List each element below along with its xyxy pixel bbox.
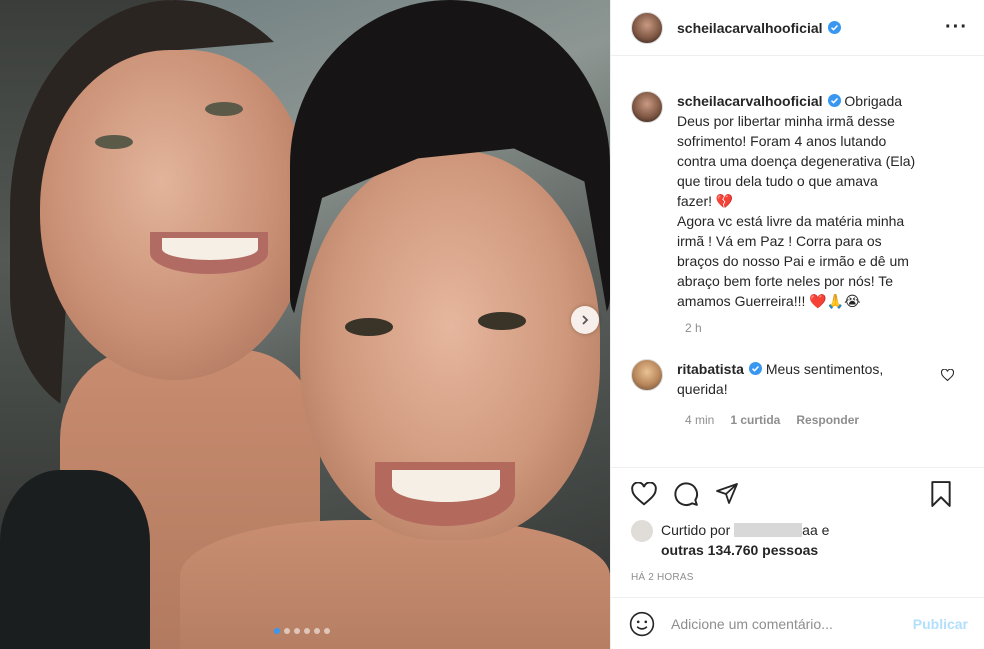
- avatar[interactable]: [631, 11, 663, 44]
- comment-meta: 4 min 1 curtida Responder: [685, 413, 968, 427]
- like-comment-heart-icon[interactable]: [941, 369, 954, 381]
- liked-by-label: Curtido por: [661, 522, 731, 538]
- emoji-picker-button[interactable]: [629, 611, 655, 637]
- carousel-dot: [294, 628, 300, 634]
- likes-text: Curtido por aa e outras 134.760 pessoas: [661, 520, 829, 560]
- likes-summary: Curtido por aa e outras 134.760 pessoas: [631, 520, 968, 560]
- post-photo[interactable]: [0, 0, 610, 649]
- caption-line: Obrigada: [844, 93, 903, 109]
- photo-shirt: [0, 470, 150, 649]
- caption-timestamp[interactable]: 2 h: [685, 321, 968, 335]
- photo-shoulder: [180, 520, 610, 649]
- publish-button[interactable]: Publicar: [913, 616, 968, 632]
- action-icons: [631, 468, 968, 520]
- redacted-username: [734, 523, 803, 537]
- verified-badge-icon: [827, 21, 841, 34]
- likes-count-link[interactable]: outras 134.760 pessoas: [661, 542, 818, 558]
- like-button[interactable]: [631, 482, 657, 506]
- caption-line: Agora vc está livre da matéria minha: [677, 213, 905, 229]
- carousel-next-button[interactable]: [571, 306, 599, 334]
- comment-timestamp[interactable]: 4 min: [685, 413, 714, 427]
- avatar[interactable]: [631, 359, 663, 391]
- avatar[interactable]: [631, 91, 663, 123]
- photo-eye: [478, 312, 526, 330]
- carousel-dot: [284, 628, 290, 634]
- comment-text: ritabatista Meus sentimentos, querida!: [677, 359, 947, 399]
- photo-teeth: [392, 470, 500, 502]
- share-button[interactable]: [715, 482, 739, 506]
- post-timestamp[interactable]: HÁ 2 HORAS: [631, 572, 968, 583]
- carousel-dot: [314, 628, 320, 634]
- comment-input[interactable]: [671, 615, 905, 632]
- caption-line: Deus por libertar minha irmã desse: [677, 113, 895, 129]
- save-button[interactable]: [930, 481, 952, 507]
- post-header: scheilacarvalhooficial ···: [611, 0, 984, 56]
- verified-badge-icon: [827, 94, 841, 107]
- carousel-dot: [274, 628, 280, 634]
- caption-text: scheilacarvalhooficial Obrigada Deus por…: [677, 91, 967, 311]
- comment-body: Meus sentimentos,: [765, 361, 884, 377]
- caption-line: sofrimento! Foram 4 anos lutando: [677, 133, 887, 149]
- carousel-indicator: [274, 628, 330, 634]
- post-actions: Curtido por aa e outras 134.760 pessoas …: [611, 467, 984, 587]
- photo-eye: [95, 135, 133, 149]
- comment-body: querida!: [677, 381, 728, 397]
- heart-icon: [631, 482, 657, 506]
- liked-by-suffix: aa e: [802, 522, 830, 538]
- paper-plane-icon: [716, 483, 738, 504]
- caption-line: amamos Guerreira!!! ❤️🙏😭: [677, 293, 861, 309]
- header-username[interactable]: scheilacarvalhooficial: [677, 20, 823, 36]
- caption-line: braços do nosso Pai e irmão e dê um: [677, 253, 909, 269]
- comment-username[interactable]: ritabatista: [677, 361, 744, 377]
- verified-badge-icon: [748, 362, 762, 375]
- post-caption: scheilacarvalhooficial Obrigada Deus por…: [631, 91, 968, 311]
- more-options-icon[interactable]: ···: [945, 16, 968, 39]
- caption-line: que tirou dela tudo o que amava: [677, 173, 878, 189]
- chevron-right-icon: [582, 315, 589, 325]
- caption-line: irmã ! Vá em Paz ! Corra para os: [677, 233, 882, 249]
- photo-face-left: [40, 50, 310, 380]
- reply-button[interactable]: Responder: [796, 413, 859, 427]
- photo-teeth: [162, 238, 258, 260]
- carousel-dot: [324, 628, 330, 634]
- bookmark-icon: [931, 481, 951, 507]
- caption-line: abraço bem forte neles por nós! Te: [677, 273, 894, 289]
- comment-item: ritabatista Meus sentimentos, querida!: [631, 359, 968, 399]
- caption-line: contra uma doença degenerativa (Ela): [677, 153, 916, 169]
- add-comment-bar: Publicar: [611, 597, 984, 649]
- comment-button[interactable]: [673, 481, 699, 507]
- comment-likes-count[interactable]: 1 curtida: [730, 413, 780, 427]
- caption-line: fazer! 💔: [677, 193, 734, 209]
- smiley-icon: [629, 611, 655, 636]
- photo-eye: [345, 318, 393, 336]
- photo-eye: [205, 102, 243, 116]
- speech-bubble-icon: [674, 482, 698, 506]
- comments-section: scheilacarvalhooficial Obrigada Deus por…: [611, 57, 984, 467]
- carousel-dot: [304, 628, 310, 634]
- liker-avatar[interactable]: [631, 520, 653, 542]
- caption-username[interactable]: scheilacarvalhooficial: [677, 93, 823, 109]
- post-sidebar: scheilacarvalhooficial ··· scheilacarval…: [610, 0, 984, 649]
